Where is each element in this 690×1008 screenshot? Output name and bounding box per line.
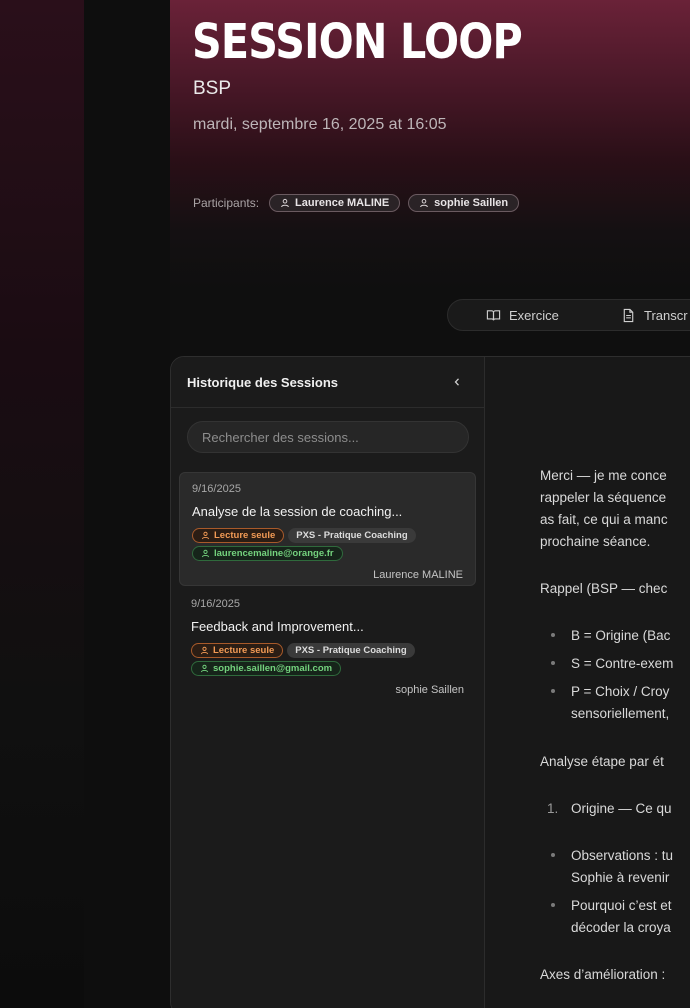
list-item-continuation: décoder la croya: [571, 920, 671, 935]
view-tabs: Exercice Transcr: [447, 299, 690, 331]
session-owner: sophie Saillen: [395, 684, 465, 696]
session-item[interactable]: 9/16/2025 Feedback and Improvement... Le…: [179, 588, 476, 698]
session-subtitle: BSP: [193, 78, 232, 99]
program-badge: PXS - Pratique Coaching: [288, 528, 416, 543]
session-history-sidebar: Historique des Sessions 9/16/2025 Analys…: [171, 357, 485, 1008]
left-gap: [84, 0, 170, 1008]
session-title: Analyse de la session de coaching...: [192, 504, 403, 519]
tab-exercice[interactable]: Exercice: [486, 308, 559, 323]
user-icon: [201, 549, 210, 558]
user-icon: [201, 531, 210, 540]
participants-label: Participants:: [193, 196, 260, 210]
participants-row: Participants: Laurence MALINE sophie Sai…: [193, 194, 520, 212]
collapse-sidebar-button[interactable]: [449, 374, 465, 390]
list-item: B = Origine (Bac: [571, 628, 671, 643]
session-date: 9/16/2025: [192, 483, 241, 495]
bullet-dot: [551, 661, 555, 665]
program-badge: PXS - Pratique Coaching: [287, 643, 415, 658]
bullet-dot: [551, 853, 555, 857]
participant-name: sophie Saillen: [434, 197, 509, 209]
search-sessions-input[interactable]: [187, 421, 469, 453]
sidebar-header: Historique des Sessions: [171, 357, 484, 408]
participant-chip[interactable]: Laurence MALINE: [269, 194, 401, 212]
email-text: laurencemaline@orange.fr: [214, 548, 334, 559]
email-badge: sophie.saillen@gmail.com: [191, 661, 342, 676]
paragraph-line: Merci — je me conce: [540, 468, 667, 483]
book-open-icon: [486, 309, 501, 320]
session-datetime: mardi, septembre 16, 2025 at 16:05: [193, 116, 447, 133]
ordered-item: Origine — Ce qu: [571, 801, 672, 816]
user-icon: [420, 198, 429, 208]
readonly-label: Lecture seule: [213, 645, 275, 656]
participant-chip[interactable]: sophie Saillen: [408, 194, 520, 212]
readonly-badge: Lecture seule: [192, 528, 285, 543]
paragraph-line: prochaine séance.: [540, 534, 651, 549]
paragraph: Axes d’amélioration :: [540, 967, 666, 982]
user-icon: [200, 646, 209, 655]
paragraph: Analyse étape par ét: [540, 754, 664, 769]
paragraph-line: rappeler la séquence: [540, 490, 667, 505]
page-title: SESSION LOOP: [192, 14, 523, 70]
sidebar-title: Historique des Sessions: [187, 375, 338, 390]
list-item: Observations : tu: [571, 848, 674, 863]
bullet-dot: [551, 903, 555, 907]
left-rail: [0, 0, 84, 1008]
tab-label: Exercice: [509, 307, 559, 323]
ordered-number: 1.: [547, 801, 559, 816]
readonly-label: Lecture seule: [214, 530, 276, 541]
list-item: S = Contre-exem: [571, 656, 674, 671]
tab-label: Transcr: [644, 307, 688, 323]
email-badge: laurencemaline@orange.fr: [192, 546, 343, 561]
session-tags: Lecture seule PXS - Pratique Coaching: [191, 643, 464, 658]
session-tags: Lecture seule PXS - Pratique Coaching: [192, 528, 463, 543]
session-panel: Historique des Sessions 9/16/2025 Analys…: [170, 356, 690, 1008]
session-header: SESSION LOOP BSP mardi, septembre 16, 20…: [170, 0, 690, 290]
bullet-dot: [551, 633, 555, 637]
user-icon: [281, 198, 289, 208]
tab-transcription[interactable]: Transcr: [621, 308, 688, 323]
list-item: Pourquoi c’est et: [571, 898, 672, 913]
readonly-badge: Lecture seule: [191, 643, 284, 658]
paragraph-line: as fait, ce qui a manc: [540, 512, 668, 527]
list-item-continuation: sensoriellement,: [571, 706, 670, 721]
session-owner: Laurence MALINE: [373, 569, 463, 581]
session-title: Feedback and Improvement...: [191, 619, 364, 634]
session-date: 9/16/2025: [191, 598, 240, 610]
participant-name: Laurence MALINE: [295, 197, 390, 209]
session-item[interactable]: 9/16/2025 Analyse de la session de coach…: [179, 472, 476, 586]
list-item-continuation: Sophie à revenir: [571, 870, 670, 885]
bullet-dot: [551, 689, 555, 693]
paragraph: Rappel (BSP — chec: [540, 581, 668, 596]
file-text-icon: [623, 308, 634, 322]
analysis-content: Merci — je me conce rappeler la séquence…: [485, 357, 690, 1008]
chevron-left-icon: [454, 378, 459, 386]
user-icon: [200, 664, 209, 673]
list-item: P = Choix / Croy: [571, 684, 670, 699]
email-text: sophie.saillen@gmail.com: [213, 663, 333, 674]
